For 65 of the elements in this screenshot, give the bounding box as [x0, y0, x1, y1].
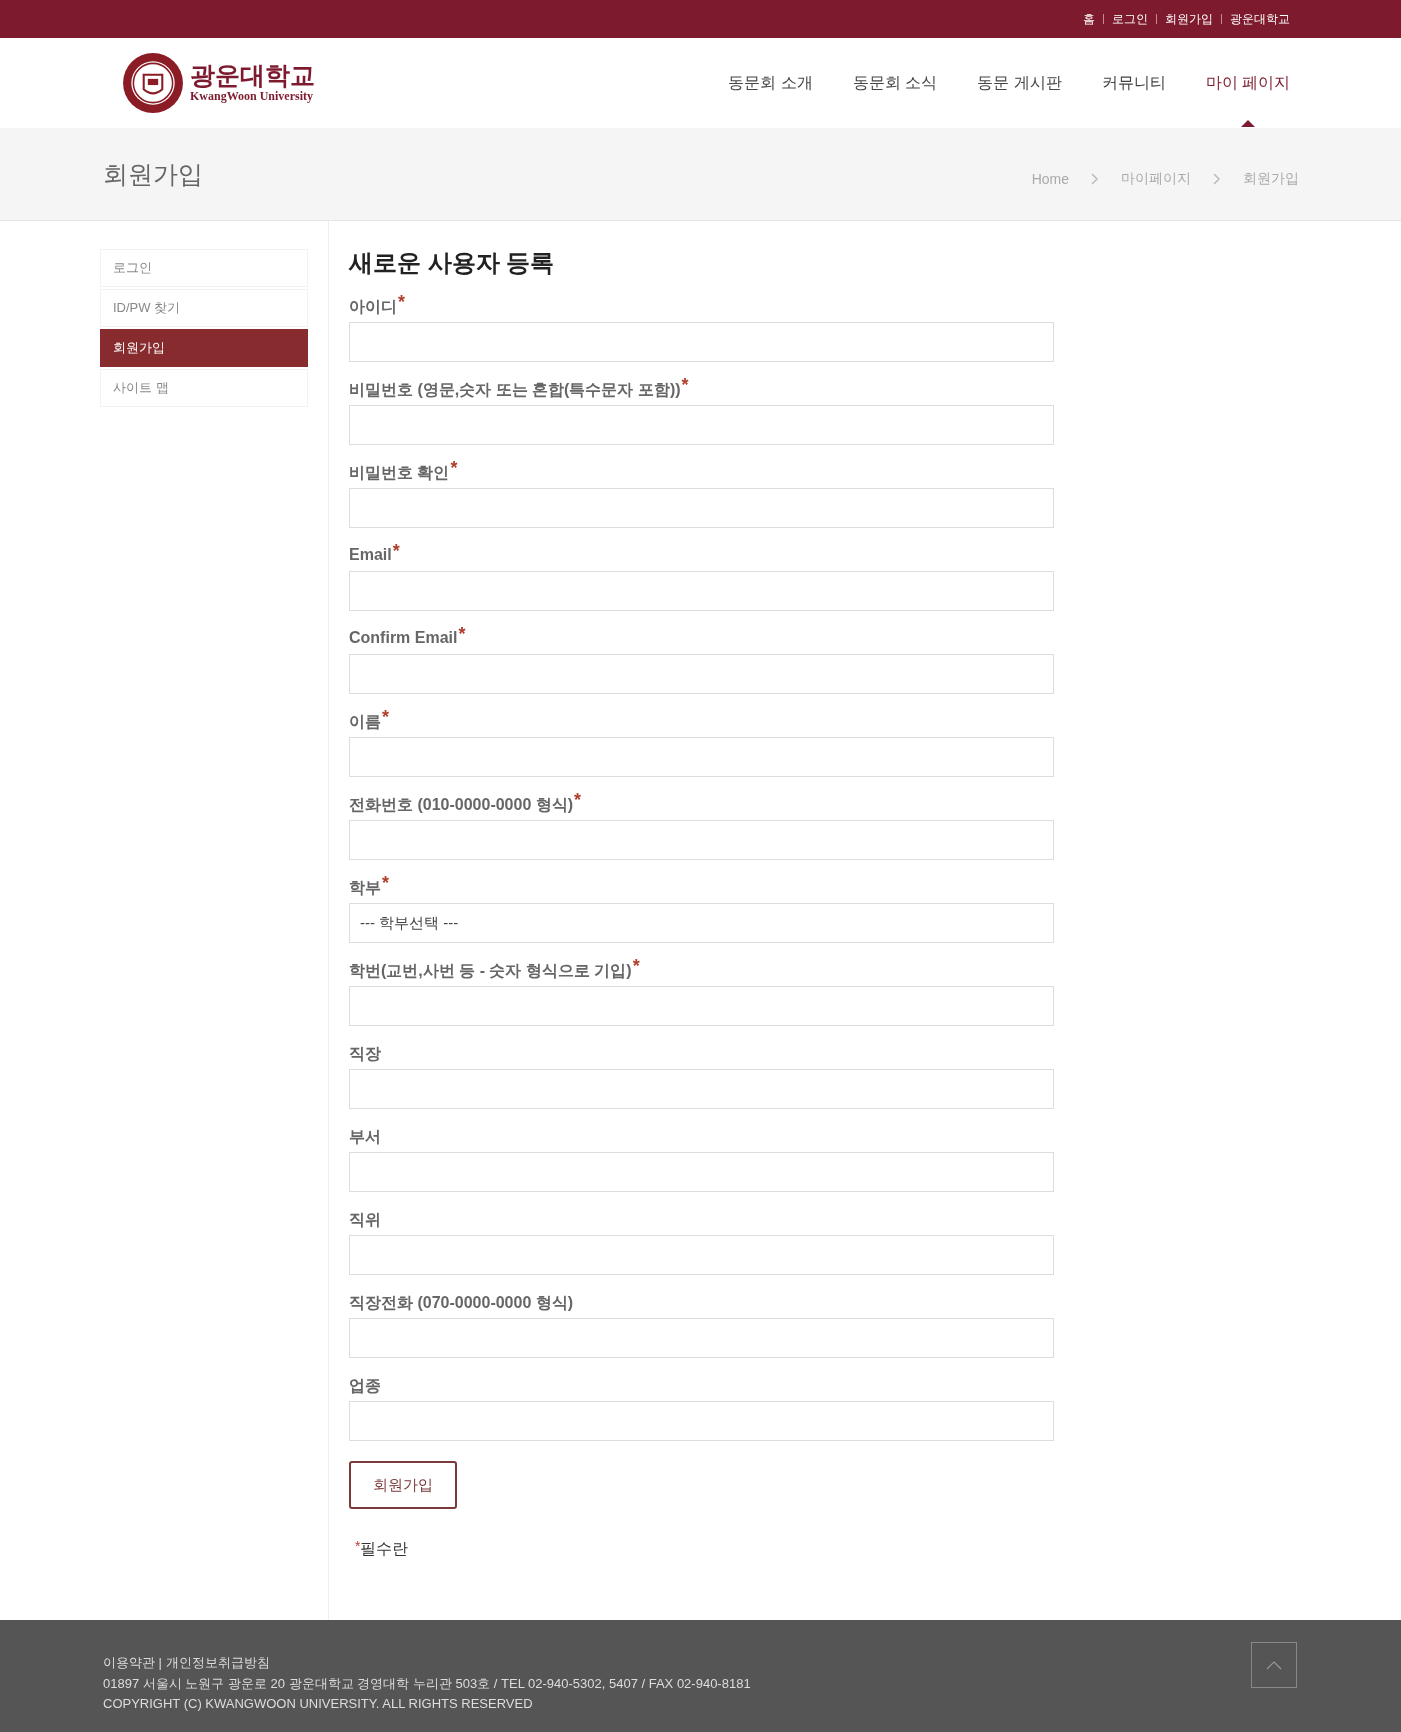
field-label: 부서: [349, 1127, 381, 1147]
input-field[interactable]: [349, 1235, 1054, 1275]
nav-item[interactable]: 동문회 소식: [852, 39, 938, 127]
input-field[interactable]: [349, 737, 1054, 777]
field-label: 아이디: [349, 297, 397, 317]
sidebar-item[interactable]: ID/PW 찾기: [100, 289, 308, 327]
required-mark: *: [355, 1539, 361, 1553]
form-title: 새로운 사용자 등록: [349, 248, 556, 278]
required-mark: *: [632, 957, 640, 975]
required-mark: *: [574, 791, 582, 809]
input-field[interactable]: [349, 1152, 1054, 1192]
field-label: 직위: [349, 1210, 381, 1230]
chevron-up-icon: [1266, 1660, 1282, 1670]
nav-item[interactable]: 커뮤니티: [1101, 39, 1166, 127]
top-link[interactable]: 로그인: [1112, 10, 1148, 28]
nav-item[interactable]: 동문회 소개: [728, 39, 813, 127]
input-field[interactable]: [349, 1069, 1054, 1109]
logo-subtitle: KwangWoon University: [190, 89, 314, 105]
field-label: 비밀번호 (영문,숫자 또는 혼합(특수문자 포함)): [349, 380, 681, 400]
input-field[interactable]: [349, 571, 1054, 611]
university-seal-icon: [122, 52, 184, 114]
input-field[interactable]: [349, 322, 1054, 362]
required-mark: *: [681, 376, 689, 394]
required-mark: *: [398, 293, 405, 311]
field-label: 직장전화 (070-0000-0000 형식): [349, 1293, 574, 1313]
field-label: Email: [349, 546, 392, 564]
submit-button[interactable]: 회원가입: [349, 1461, 457, 1509]
input-field[interactable]: [349, 654, 1054, 694]
field-label: Confirm Email: [349, 629, 458, 647]
logo-name: 광운대학교: [190, 61, 315, 90]
chevron-icon: [1213, 173, 1221, 185]
field-label: 학번(교번,사번 등 - 숫자 형식으로 기입): [349, 961, 632, 981]
input-field[interactable]: [349, 405, 1054, 445]
input-field[interactable]: [349, 1401, 1054, 1441]
scroll-to-top-button[interactable]: [1251, 1642, 1297, 1688]
select-field[interactable]: --- 학부선택 ---: [349, 903, 1054, 943]
field-label: 학부: [349, 878, 381, 898]
input-field[interactable]: [349, 488, 1054, 528]
footer-links[interactable]: 이용약관 | 개인정보취급방침: [103, 1654, 751, 1672]
nav-item[interactable]: 동문 게시판: [977, 39, 1062, 127]
input-field[interactable]: [349, 986, 1054, 1026]
field-label: 비밀번호 확인: [349, 463, 450, 483]
field-label: 이름: [349, 712, 381, 732]
footer-copyright: COPYRIGHT (C) KWANGWOON UNIVERSITY. ALL RIGHTS RESERVED: [103, 1696, 534, 1711]
sidebar-item[interactable]: 회원가입: [100, 329, 308, 367]
input-field[interactable]: [349, 1318, 1054, 1358]
field-label: 업종: [349, 1376, 381, 1396]
required-note: 필수란: [360, 1539, 409, 1559]
required-mark: *: [382, 874, 389, 892]
field-label: 직장: [349, 1044, 381, 1064]
top-link[interactable]: 광운대학교: [1230, 10, 1290, 28]
page-title: 회원가입: [103, 158, 203, 190]
chevron-icon: [1091, 173, 1099, 185]
field-label: 전화번호 (010-0000-0000 형식): [349, 795, 574, 815]
required-mark: *: [458, 625, 466, 643]
required-mark: *: [382, 708, 389, 726]
sidebar-item[interactable]: 로그인: [100, 249, 308, 287]
top-link[interactable]: 회원가입: [1165, 10, 1213, 28]
nav-item[interactable]: 마이 페이지: [1205, 39, 1290, 127]
required-mark: *: [450, 459, 458, 477]
footer-address: 01897 서울시 노원구 광운로 20 광운대학교 경영대학 누리관 503호 / TEL 02-940-5302, 5407 / FAX 02-940-8181: [103, 1675, 751, 1693]
required-mark: *: [392, 542, 400, 560]
input-field[interactable]: [349, 820, 1054, 860]
top-link[interactable]: 홈: [1083, 10, 1095, 28]
sidebar-item[interactable]: 사이트 맵: [100, 369, 308, 407]
